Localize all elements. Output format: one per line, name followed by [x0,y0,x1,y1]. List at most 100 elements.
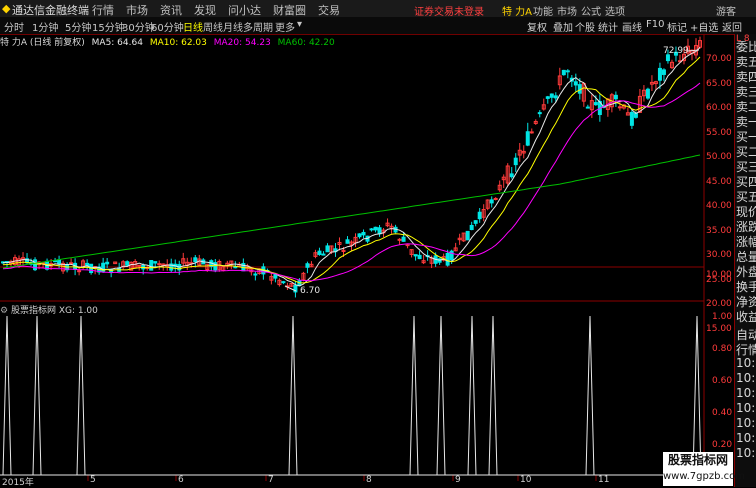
period-fenshi[interactable]: 分时 [4,19,24,34]
date-tick: 11 [598,475,610,485]
tool-fuquan[interactable]: 复权 [527,19,547,34]
indicator-tick: 1.00 [712,312,733,322]
candle-body [657,67,662,81]
candle-body [537,112,542,115]
price-tick: 15.00 [706,324,732,334]
xg-signal-spike [76,315,86,476]
user-label[interactable]: 游客 [716,3,736,18]
period-monthly[interactable]: 月线 [223,19,243,34]
price-tick: 40.00 [706,201,732,211]
xg-signal-spike [409,315,419,476]
period-weekly[interactable]: 周线 [203,19,223,34]
period-60min[interactable]: 60分钟 [151,19,184,34]
xg-signal-spike [467,315,477,476]
tool-huaxian[interactable]: 画线 [622,19,642,34]
period-multi[interactable]: 多周期 [243,19,273,34]
panel-item: 10:45 [736,371,756,385]
menu-gongshi[interactable]: 公式 [581,3,601,18]
price-tick: 50.00 [706,152,732,162]
candle-body [361,231,366,236]
candle-body [529,131,534,134]
candle-body [57,259,62,265]
candle-body [629,111,634,126]
menu-wenxiaoda[interactable]: 问小达 [228,2,261,18]
price-tick: 20.00 [706,299,732,309]
period-daily[interactable]: 日线 [183,19,203,34]
candle-body [465,230,470,241]
candle-body [645,88,650,99]
candle-body [345,239,350,244]
indicator-tick: 0.20 [712,440,733,450]
menu-jiaoyi[interactable]: 交易 [318,2,340,18]
candle-body [473,220,478,224]
candle-body [153,261,158,264]
menu-xuanxiang[interactable]: 选项 [605,3,625,18]
menu-caifuquan[interactable]: 财富圈 [273,2,306,18]
date-tick: 6 [178,475,184,485]
panel-item: 10:45 [736,431,756,445]
period-1min[interactable]: 1分钟 [32,19,58,34]
price-tick: 70.00 [706,54,732,64]
candle-body [417,254,422,260]
candle-body [321,253,326,256]
xg-signal-spike [436,315,446,476]
period-5min[interactable]: 5分钟 [65,19,91,34]
menu-gongneng[interactable]: 功能 [533,3,553,18]
indicator-gear-icon[interactable]: ⚙ [0,306,8,316]
period-30min[interactable]: 30分钟 [122,19,155,34]
candle-body [489,199,494,204]
tool-fanhui[interactable]: 返回 [722,19,742,34]
indicator-tick: 0.40 [712,408,733,418]
candle-body [561,69,566,76]
xg-signal-spike [585,315,595,476]
tool-biaoji[interactable]: 标记 [667,19,687,34]
tool-f10[interactable]: F10 [646,19,664,30]
menu-hangqing[interactable]: 行情 [92,2,114,18]
panel-item: 10:45 [736,416,756,430]
candle-body [585,106,590,109]
more-chevron-icon[interactable]: ▾ [297,19,302,30]
menu-faxian[interactable]: 发现 [194,2,216,18]
tool-gegu[interactable]: 个股 [575,19,595,34]
date-tick: 7 [268,475,274,485]
quote-side-panel[interactable]: L 8 委比 卖五 卖四 卖三 卖二 卖一 买一 买二 买三 买四 买五 现价 … [734,34,756,487]
tool-diejia[interactable]: 叠加 [553,19,573,34]
candle-body [369,228,374,231]
candle-body [661,69,666,75]
candle-body [573,81,578,86]
tool-zixuan[interactable]: +自选 [690,19,718,34]
price-tick: 30.00 [706,250,732,260]
candle-body [545,96,550,99]
app-logo-icon: ◆ [2,2,11,15]
candle-body [69,262,74,265]
candle-body [509,173,514,178]
period-more[interactable]: 更多 [275,19,295,34]
menu-zixun[interactable]: 资讯 [160,2,182,18]
tool-tongji[interactable]: 统计 [598,19,618,34]
candle-body [85,262,90,267]
candle-body [373,226,378,231]
login-notice[interactable]: 证券交易未登录 [414,3,484,18]
candle-body [413,254,418,257]
watermark-url: www.7gpzb.com [663,471,745,482]
period-15min[interactable]: 15分钟 [92,19,125,34]
candle-body [77,270,82,273]
candle-body [377,227,382,235]
xg-signal-spike [288,315,298,476]
candle-body [357,233,362,238]
candle-body [105,261,110,265]
price-tick: 10.00 [706,270,732,280]
xg-signal-spike [488,315,498,476]
candle-body [137,264,142,267]
candle-body [549,93,554,98]
price-tick: 55.00 [706,128,732,138]
candle-body [157,263,162,266]
candle-body [401,236,406,242]
menu-shichang-right[interactable]: 市场 [557,3,577,18]
xg-signal-spike [32,315,42,476]
kline-chart[interactable] [0,34,734,487]
top-menu-bar: ◆ 通达信金融终端 行情 市场 资讯 发现 问小达 财富圈 交易 证券交易未登录… [0,0,756,18]
indicator-title: ⚙ 股票指标网 XG: 1.00 [0,303,98,316]
menu-shichang[interactable]: 市场 [126,2,148,18]
candle-body [613,94,618,100]
